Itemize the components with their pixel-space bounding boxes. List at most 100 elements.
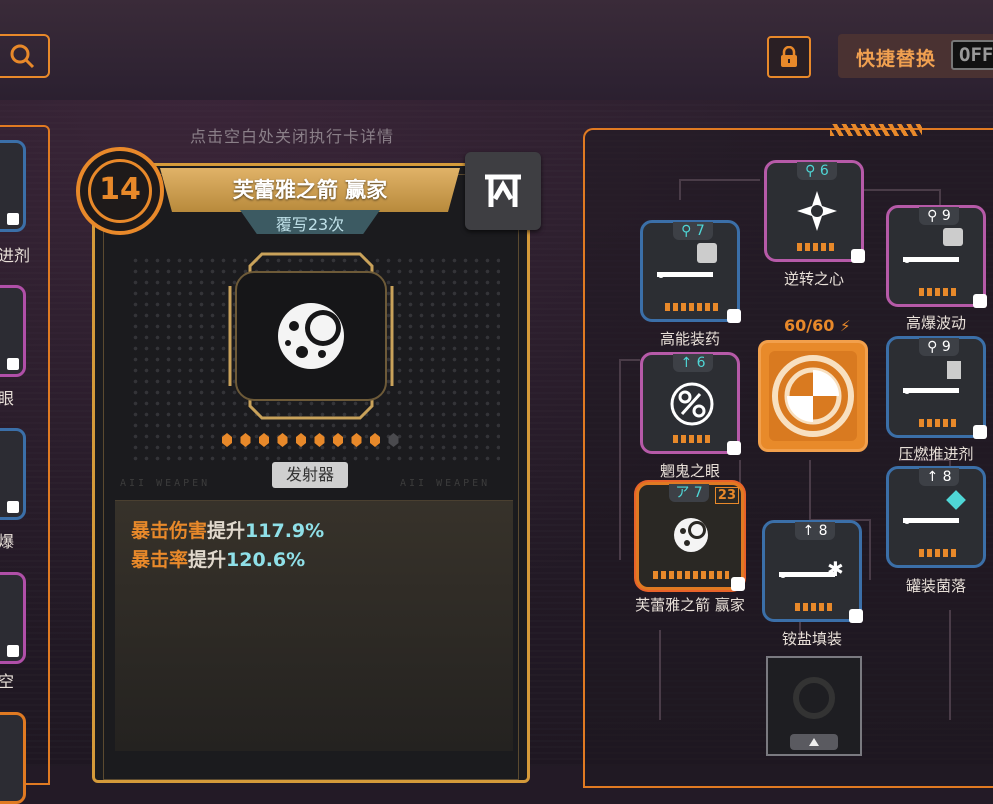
level-pips: [919, 288, 959, 296]
card-gaobao[interactable]: ⚲ 9: [886, 205, 987, 308]
lock-button[interactable]: [767, 36, 811, 78]
lock-icon: [973, 425, 987, 439]
charge-pip: [259, 433, 269, 447]
quick-swap-toggle[interactable]: OFF: [951, 40, 993, 70]
card-gaoneng[interactable]: ⚲ 7: [640, 220, 741, 323]
card-label: 铵盐填装: [781, 630, 842, 648]
charge-pip: [388, 433, 399, 447]
quick-swap-label: 快捷替换: [856, 48, 937, 70]
gun-icon: [903, 257, 959, 263]
gun-icon: [657, 272, 713, 278]
lock-icon: [7, 645, 19, 657]
core-module[interactable]: [758, 340, 868, 452]
card-label: 芙蕾雅之箭 赢家: [635, 596, 745, 614]
cost-badge: 14: [76, 147, 164, 235]
card-level: ⚲ 9: [919, 338, 959, 356]
gun-icon: [903, 518, 959, 524]
card-yaran[interactable]: ⚲ 9: [886, 336, 987, 439]
card-type-tag: 发射器: [272, 462, 348, 488]
lock-icon: [7, 213, 19, 225]
card-level: ↑ 8: [795, 522, 835, 540]
card-level: ⚲ 7: [673, 222, 713, 240]
level-pips: [795, 603, 835, 611]
card-guanzhuang[interactable]: ↑ 8: [886, 466, 986, 568]
transform-icon: [670, 382, 714, 426]
search-icon: [10, 44, 35, 69]
thrust-icon: [947, 361, 961, 379]
overwrite-count-badge: 23: [714, 487, 739, 504]
level-pips: [673, 435, 713, 443]
search-button[interactable]: [0, 34, 50, 78]
quick-swap-control: 快捷替换 OFF: [838, 34, 993, 78]
close-hint: 点击空白处关闭执行卡详情: [190, 127, 395, 146]
lock-icon: [851, 249, 865, 263]
card-label: 魍鬼之眼: [659, 462, 720, 480]
level-pips: [797, 243, 837, 251]
card-level: ↑ 8: [919, 468, 959, 486]
stat-verb: 提升: [207, 520, 246, 542]
lock-icon: [727, 441, 741, 455]
card-level: ↑ 6: [673, 354, 713, 372]
card-label: 高能装药: [659, 330, 720, 348]
charge-pip: [333, 433, 343, 447]
alpha-icon: [485, 174, 521, 207]
core-icon: [769, 351, 857, 441]
side-card-label: 进剂: [0, 246, 31, 265]
stat-verb: 提升: [188, 549, 227, 571]
side-card-label: 爆: [0, 532, 15, 551]
colony-icon: [946, 490, 966, 510]
charge-pip: [277, 433, 288, 447]
charge-pip: [296, 433, 306, 447]
side-card[interactable]: [0, 712, 26, 804]
stat-name: 暴击伤害: [131, 520, 208, 542]
card-subtitle: 覆写23次: [275, 215, 345, 234]
gun-icon: [779, 572, 835, 578]
lock-icon: [7, 358, 19, 370]
side-card-label: 空: [0, 672, 15, 691]
side-card[interactable]: [0, 572, 26, 664]
card-level: ⚲ 6: [797, 162, 837, 180]
stat-name: 暴击率: [131, 549, 189, 571]
level-pips: [919, 549, 959, 557]
lock-icon: [849, 609, 863, 623]
card-fuleiya-selected[interactable]: ア 7 23: [636, 482, 745, 591]
level-pips: [919, 419, 959, 427]
card-meigui[interactable]: ↑ 6: [640, 352, 741, 455]
card-level: ア 7: [669, 484, 709, 502]
alpha-emblem: [465, 152, 541, 230]
card-nayan[interactable]: ↑ 8 ✱: [762, 520, 863, 623]
card-art-frame: [228, 252, 394, 420]
side-card[interactable]: [0, 285, 26, 377]
level-pips: [653, 571, 729, 579]
gun-icon: [903, 388, 959, 394]
stat-line: 暴击伤害提升117.9%: [131, 516, 324, 543]
card-level: ⚲ 9: [919, 207, 959, 225]
weapon-watermark: AII WEAPEN: [120, 478, 211, 489]
blast-icon: [943, 228, 963, 246]
charge-pip: [370, 433, 380, 447]
energy-value: 60/60: [784, 316, 835, 335]
moon-icon: [674, 518, 708, 552]
charge-pip: [314, 433, 325, 447]
stat-line: 暴击率提升120.6%: [131, 545, 305, 572]
cost-value: 14: [88, 159, 152, 223]
charge-pip: [351, 433, 362, 447]
lock-icon: [7, 501, 19, 513]
lock-icon: [781, 46, 797, 67]
empty-slot[interactable]: [766, 656, 862, 756]
side-card[interactable]: [0, 428, 26, 520]
vial-icon: [697, 243, 717, 263]
side-card-label: 眼: [0, 389, 15, 408]
lock-icon: [727, 309, 741, 323]
empty-slot-icon: [790, 677, 838, 750]
stat-value: 120.6%: [226, 549, 306, 571]
card-title: 芙蕾雅之箭 赢家: [232, 178, 388, 202]
card-label: 逆转之心: [783, 270, 844, 288]
charge-pip: [240, 433, 251, 447]
card-label: 罐装菌落: [905, 577, 966, 595]
card-label: 压燃推进剂: [898, 445, 974, 463]
stat-value: 117.9%: [245, 520, 325, 542]
level-pips: [665, 303, 721, 311]
card-nizhuan[interactable]: ⚲ 6: [764, 160, 865, 263]
side-card[interactable]: [0, 140, 26, 232]
